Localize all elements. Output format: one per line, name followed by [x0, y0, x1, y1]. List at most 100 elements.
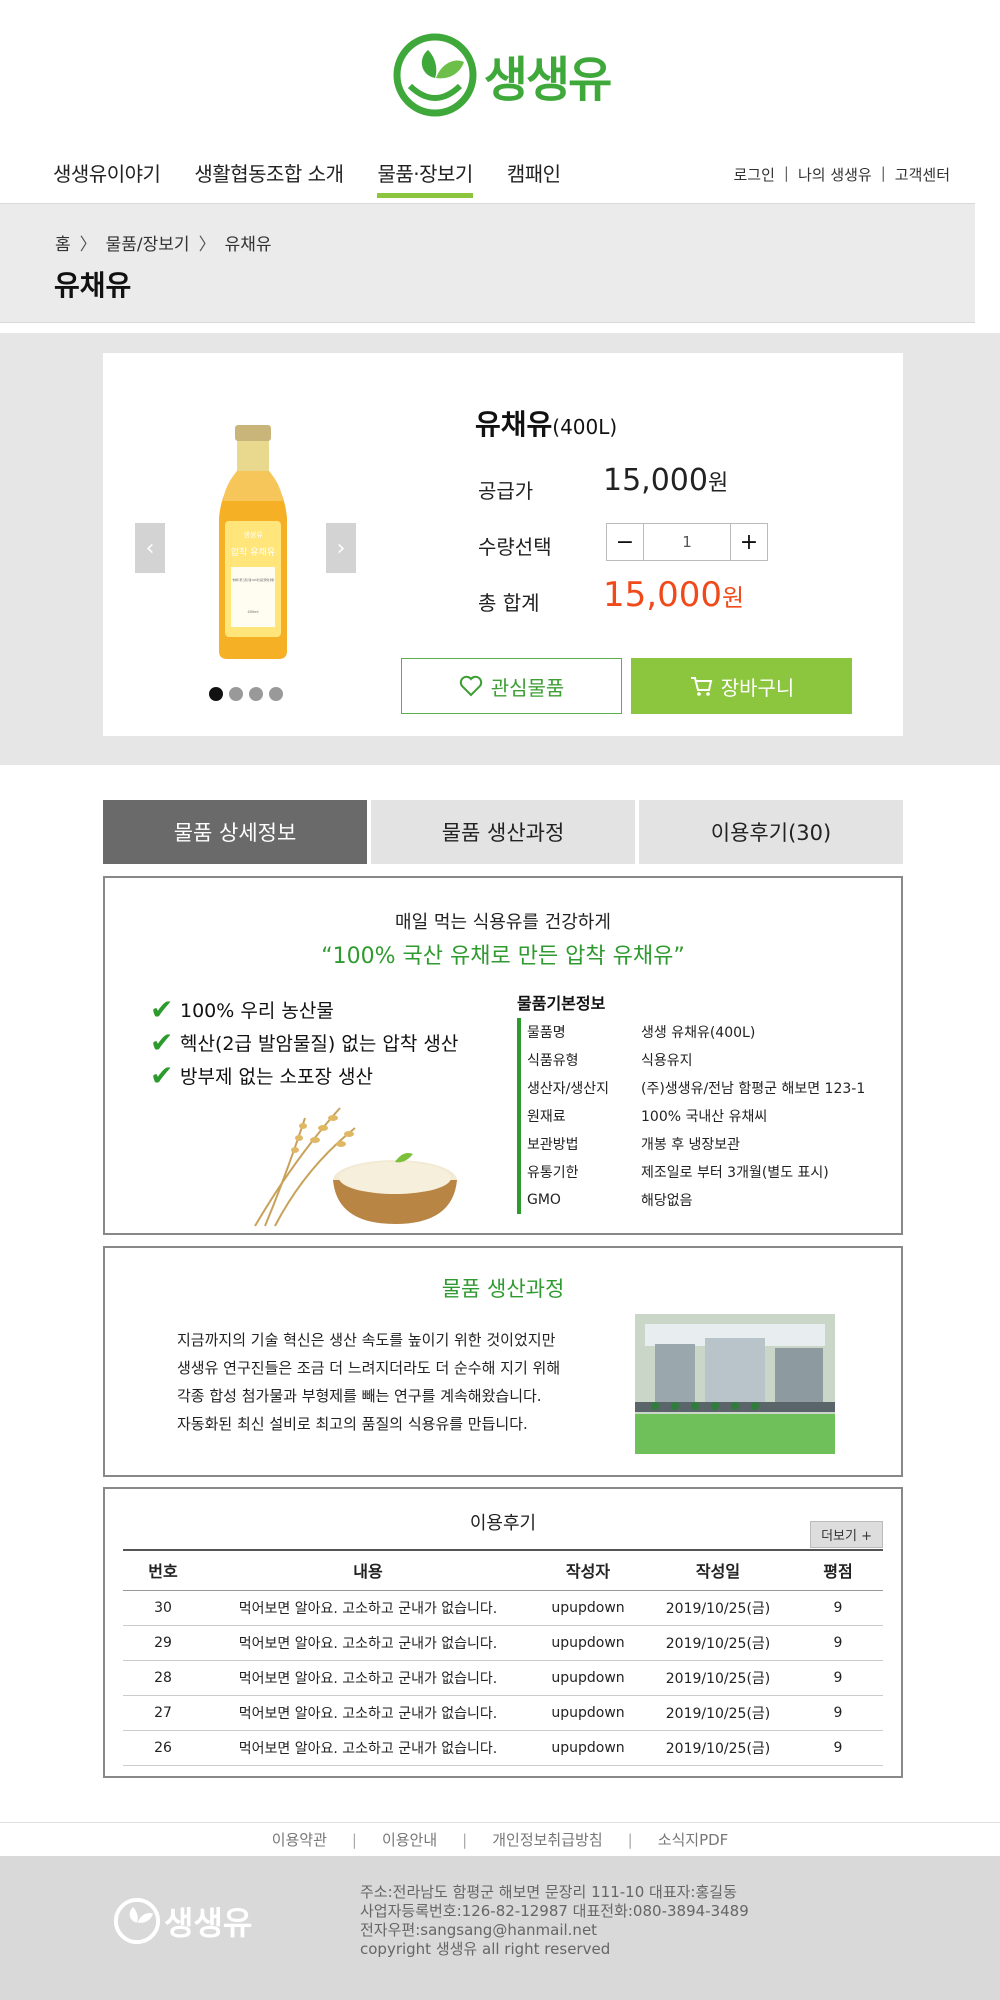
col-date: 작성일	[643, 1549, 793, 1591]
check-icon: ✔	[150, 1026, 174, 1059]
info-value: 생생 유채유(400L)	[641, 1025, 756, 1041]
pagination-dot[interactable]	[229, 687, 243, 701]
review-no: 27	[123, 1695, 203, 1731]
pagination-dot[interactable]	[249, 687, 263, 701]
feature-text: 100% 우리 농산물	[180, 1000, 334, 1022]
breadcrumb-category[interactable]: 물품/장보기	[106, 230, 190, 255]
breadcrumb-separator: 〉	[79, 235, 97, 255]
bottle-desc: "생생하게, 깨끗, 드러운 기름" 100%국산 원료 압착생산 유채유	[232, 577, 274, 582]
info-row: 식품유형 식용유지	[527, 1046, 865, 1074]
utility-links: 로그인 | 나의 생생유 | 고객센터	[733, 164, 950, 185]
info-value: 식용유지	[641, 1053, 693, 1069]
nav-item-shop[interactable]: 물품·장보기	[377, 158, 473, 198]
info-value: 100% 국내산 유채씨	[641, 1109, 768, 1125]
qty-increase-button[interactable]: +	[731, 524, 767, 560]
qty-label: 수량선택	[478, 535, 552, 559]
prev-image-button[interactable]: ‹	[135, 523, 165, 573]
tab-detail-info[interactable]: 물품 상세정보	[103, 800, 367, 864]
qty-input[interactable]: 1	[643, 524, 731, 560]
review-content[interactable]: 먹어보면 알아요. 고소하고 군내가 없습니다.	[203, 1625, 533, 1661]
chevron-left-icon: ‹	[145, 535, 155, 561]
review-date: 2019/10/25(금)	[643, 1730, 793, 1766]
col-no: 번호	[123, 1549, 203, 1591]
info-row: 보관방법 개봉 후 냉장보관	[527, 1130, 865, 1158]
detail-subhead: “100% 국산 유채로 만든 압착 유채유”	[321, 944, 685, 969]
table-row[interactable]: 30 먹어보면 알아요. 고소하고 군내가 없습니다. upupdown 2019/1…	[123, 1590, 883, 1626]
info-key: 원재료	[527, 1109, 566, 1125]
production-line: 지금까지의 기술 혁신은 생산 속도를 높이기 위한 것이었지만	[177, 1331, 556, 1349]
footer-separator: |	[627, 1830, 633, 1849]
tab-production[interactable]: 물품 생산과정	[371, 800, 635, 864]
company-email: 전자우편:sangsang@hanmail.net	[360, 1921, 598, 1939]
review-content[interactable]: 먹어보면 알아요. 고소하고 군내가 없습니다.	[203, 1730, 533, 1766]
company-info: 주소:전라남도 함평군 해보면 문장리 111-10 대표자:홍길동 사업자등록…	[360, 1883, 749, 1959]
review-date: 2019/10/25(금)	[643, 1695, 793, 1731]
product-name-text: 유채유	[475, 408, 553, 441]
table-row[interactable]: 29 먹어보면 알아요. 고소하고 군내가 없습니다. upupdown 2019/1…	[123, 1625, 883, 1661]
more-reviews-button[interactable]: 더보기 +	[810, 1521, 883, 1548]
footer-link-guide[interactable]: 이용안내	[382, 1829, 437, 1850]
footer-link-privacy[interactable]: 개인정보취급방침	[492, 1829, 602, 1850]
footer-link-newsletter[interactable]: 소식지PDF	[658, 1829, 729, 1850]
review-content[interactable]: 먹어보면 알아요. 고소하고 군내가 없습니다.	[203, 1590, 533, 1626]
product-tabs: 물품 상세정보 물품 생산과정 이용후기(30)	[103, 800, 903, 864]
wishlist-label: 관심물품	[490, 675, 565, 700]
next-image-button[interactable]: ›	[326, 523, 356, 573]
review-no: 28	[123, 1660, 203, 1696]
bottle-title: 압착 유채유	[231, 546, 275, 558]
price-label: 공급가	[478, 479, 534, 503]
nav-item-campaign[interactable]: 캠패인	[507, 158, 561, 198]
qty-decrease-button[interactable]: −	[607, 524, 643, 560]
info-row: 생산자/생산지 (주)생생유/전남 함평군 해보면 123-1	[527, 1074, 865, 1102]
review-date: 2019/10/25(금)	[643, 1590, 793, 1626]
review-content[interactable]: 먹어보면 알아요. 고소하고 군내가 없습니다.	[203, 1660, 533, 1696]
footer-separator: |	[351, 1830, 357, 1849]
info-row: 유통기한 제조일로 부터 3개월(별도 표시)	[527, 1158, 865, 1186]
table-row[interactable]: 28 먹어보면 알아요. 고소하고 군내가 없습니다. upupdown 2019/1…	[123, 1660, 883, 1696]
site-logo[interactable]: 생생유	[0, 30, 1000, 120]
footer-link-terms[interactable]: 이용약관	[272, 1829, 327, 1850]
production-line: 자동화된 최신 설비로 최고의 품질의 식용유를 만듭니다.	[177, 1415, 528, 1433]
table-row[interactable]: 27 먹어보면 알아요. 고소하고 군내가 없습니다. upupdown 2019/1…	[123, 1695, 883, 1731]
add-to-cart-button[interactable]: 장바구니	[631, 658, 852, 714]
wishlist-button[interactable]: 관심물품	[401, 658, 622, 714]
info-key: 물품명	[527, 1025, 566, 1041]
total-amount: 15,000	[603, 575, 722, 615]
price-value: 15,000원	[603, 463, 728, 498]
review-date: 2019/10/25(금)	[643, 1660, 793, 1696]
review-content[interactable]: 먹어보면 알아요. 고소하고 군내가 없습니다.	[203, 1695, 533, 1731]
price-amount: 15,000	[603, 463, 708, 498]
table-row[interactable]: 26 먹어보면 알아요. 고소하고 군내가 없습니다. upupdown 2019/1…	[123, 1730, 883, 1766]
breadcrumb-home[interactable]: 홈	[55, 230, 71, 255]
info-value: 해당없음	[641, 1193, 693, 1209]
nav-item-story[interactable]: 생생유이야기	[53, 158, 161, 198]
production-panel: 물품 생산과정 지금까지의 기술 혁신은 생산 속도를 높이기 위한 것이었지만…	[103, 1246, 903, 1477]
pagination-dot[interactable]	[209, 687, 223, 701]
info-key: GMO	[527, 1192, 561, 1208]
production-line: 각종 합성 첨가물과 부형제를 빼는 연구를 계속해왔습니다.	[177, 1387, 542, 1405]
review-no: 29	[123, 1625, 203, 1661]
support-link[interactable]: 고객센터	[895, 164, 950, 185]
info-value: (주)생생유/전남 함평군 해보면 123-1	[641, 1081, 866, 1097]
bottle-brand: 생생유	[243, 530, 263, 539]
nav-item-coop-intro[interactable]: 생활협동조합 소개	[194, 158, 344, 198]
login-link[interactable]: 로그인	[733, 164, 774, 185]
my-page-link[interactable]: 나의 생생유	[798, 164, 872, 185]
heart-icon	[459, 675, 482, 697]
cart-label: 장바구니	[720, 675, 795, 700]
cart-icon	[690, 677, 712, 696]
reviews-body: 30 먹어보면 알아요. 고소하고 군내가 없습니다. upupdown 2019/1…	[123, 1590, 883, 1766]
check-icon: ✔	[150, 993, 174, 1026]
feature-item: ✔ 100% 우리 농산물	[150, 993, 458, 1026]
review-author: upupdown	[533, 1730, 643, 1766]
product-card: ‹ › 생생유 압착 유채유 "생생하게, 깨끗, 드러운 기름" 100%국산…	[103, 353, 903, 736]
bottle-volume: 400ml	[247, 610, 258, 614]
production-title: 물품 생산과정	[441, 1277, 565, 1301]
review-author: upupdown	[533, 1590, 643, 1626]
page-header-band: 홈 〉 물품/장보기 〉 유채유 유채유	[0, 203, 975, 323]
col-rating: 평점	[793, 1549, 883, 1591]
pagination-dot[interactable]	[269, 687, 283, 701]
tab-reviews[interactable]: 이용후기(30)	[639, 800, 903, 864]
chevron-right-icon: ›	[336, 535, 346, 561]
info-row: 원재료 100% 국내산 유채씨	[527, 1102, 865, 1130]
